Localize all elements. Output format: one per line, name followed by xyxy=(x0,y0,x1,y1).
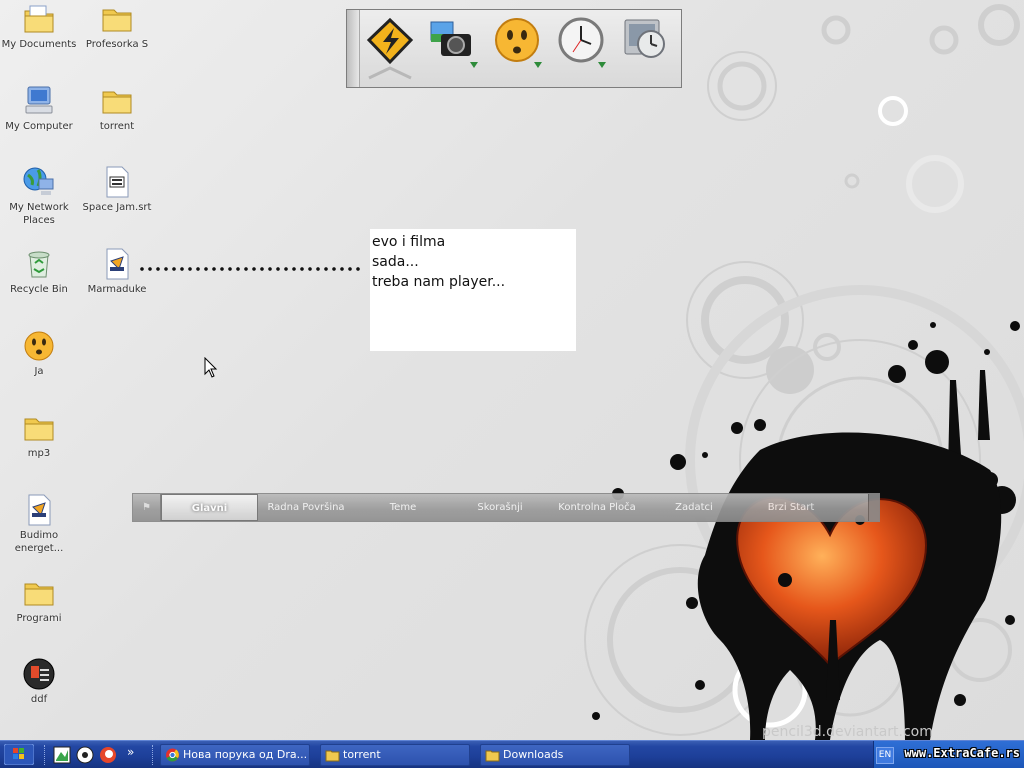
folder-icon xyxy=(102,9,132,32)
note-line: treba nam player... xyxy=(372,274,506,290)
tab-bar-end-button[interactable] xyxy=(868,494,879,521)
camera-icon xyxy=(430,21,478,68)
mouse-cursor-icon xyxy=(204,357,218,378)
winamp-icon xyxy=(366,17,414,80)
desktop-icon-programi[interactable]: Programi xyxy=(0,576,78,625)
tab-glavni[interactable]: Glavni xyxy=(161,494,258,521)
start-button[interactable] xyxy=(4,744,34,765)
desktop-icon-marmaduke[interactable]: Marmaduke xyxy=(78,247,156,296)
desktop-icon-label: Marmaduke xyxy=(87,284,147,295)
my-documents-icon xyxy=(24,5,54,33)
soccer-ball-icon[interactable] xyxy=(76,746,94,764)
tab-kontrolna-ploca[interactable]: Kontrolna Ploča xyxy=(549,494,645,521)
desktop-icon-ddf[interactable]: ddf xyxy=(0,657,78,706)
tab-teme[interactable]: Teme xyxy=(355,494,451,521)
desktop-icon-ja[interactable]: Ja xyxy=(0,329,78,378)
media-file-icon xyxy=(106,248,129,280)
desktop-icon-label: mp3 xyxy=(27,448,51,459)
desktop-icon-torrent[interactable]: torrent xyxy=(78,84,156,133)
taskbar-button-downloads[interactable]: Downloads xyxy=(480,744,630,766)
desktop-icon-label: My Documents xyxy=(1,39,77,50)
task-label: Нова порука од Dra... xyxy=(183,748,308,761)
desktop-icon-recycle-bin[interactable]: Recycle Bin xyxy=(0,247,78,296)
watermark: www.ExtraCafe.rs xyxy=(904,746,1020,760)
taskbar-button-chrome[interactable]: Нова порука од Dra... xyxy=(160,744,310,766)
tab-bar: ⚑ Glavni Radna Površina Teme Skorašnji K… xyxy=(132,493,880,522)
desktop-icon-space-jam-srt[interactable]: Space Jam.srt xyxy=(78,165,156,214)
tab-radna-povrsina[interactable]: Radna Površina xyxy=(258,494,354,521)
dotted-line xyxy=(138,267,362,271)
desktop-icon-my-network-places[interactable]: My Network Places xyxy=(0,165,78,227)
note-line: sada... xyxy=(372,254,419,270)
desktop-icon-mp3[interactable]: mp3 xyxy=(0,411,78,460)
folder-icon xyxy=(24,418,54,441)
dock xyxy=(346,9,682,88)
desktop-icon-label: Budimo energet... xyxy=(14,530,64,554)
desktop-icon-my-documents[interactable]: My Documents xyxy=(0,2,78,51)
tab-skorasnji[interactable]: Skorašnji xyxy=(452,494,548,521)
desktop-icon-label: torrent xyxy=(99,121,135,132)
quicklaunch-separator xyxy=(44,745,47,765)
dock-item-smiley[interactable] xyxy=(489,14,547,82)
monitor-clock-icon xyxy=(624,19,665,58)
media-file-icon xyxy=(28,494,51,526)
dock-item-winamp[interactable] xyxy=(361,14,419,82)
quicklaunch-overflow-button[interactable]: » xyxy=(127,745,134,759)
dock-item-camera[interactable] xyxy=(425,14,483,82)
network-places-icon xyxy=(23,167,54,195)
desktop-icon-label: My Computer xyxy=(5,121,73,132)
dock-item-clock[interactable] xyxy=(553,14,611,82)
desktop-icon-label: My Network Places xyxy=(9,202,69,226)
folder-icon xyxy=(102,91,132,114)
folder-icon xyxy=(24,583,54,606)
dock-grip[interactable] xyxy=(347,10,360,87)
quicklaunch-separator xyxy=(152,745,155,765)
desktop-icon-label: Ja xyxy=(34,366,44,377)
language-indicator[interactable]: EN xyxy=(876,747,894,764)
my-computer-icon xyxy=(25,86,53,114)
smiley-icon xyxy=(495,18,542,68)
clock-icon xyxy=(558,17,606,68)
smiley-icon xyxy=(24,331,54,361)
desktop: pencil3d.deviantart.com My Documents My … xyxy=(0,0,1024,768)
desktop-icon-my-computer[interactable]: My Computer xyxy=(0,84,78,133)
dock-item-monitor-clock[interactable] xyxy=(617,14,675,82)
flag-icon: ⚑ xyxy=(142,502,151,513)
svg-text:pencil3d.deviantart.com: pencil3d.deviantart.com xyxy=(762,724,933,740)
desktop-icon-budimo[interactable]: Budimo energet... xyxy=(0,493,78,555)
subtitle-file-icon xyxy=(106,166,129,198)
taskbar-button-torrent[interactable]: torrent xyxy=(320,744,470,766)
taskbar: » Нова порука од Dra... torrent Download… xyxy=(0,740,1024,768)
tab-brzi-start[interactable]: Brzi Start xyxy=(743,494,839,521)
task-label: Downloads xyxy=(503,748,564,761)
picasa-icon[interactable] xyxy=(53,746,71,764)
folder-icon xyxy=(485,750,500,762)
desktop-icon-profesorka[interactable]: Profesorka S xyxy=(78,2,156,51)
task-label: torrent xyxy=(343,748,381,761)
document-icon xyxy=(23,658,55,690)
desktop-icon-label: Profesorka S xyxy=(85,39,149,50)
tab-zadatci[interactable]: Zadatci xyxy=(646,494,742,521)
desktop-icon-label: Programi xyxy=(16,613,62,624)
tab-bar-menu-button[interactable]: ⚑ xyxy=(133,494,161,521)
desktop-icon-label: Space Jam.srt xyxy=(82,202,152,213)
desktop-icon-label: ddf xyxy=(30,694,48,705)
chrome-icon xyxy=(166,748,179,762)
recycle-bin-icon xyxy=(28,251,50,278)
note-line: evo i filma xyxy=(372,234,446,250)
desktop-icon-label: Recycle Bin xyxy=(10,284,68,295)
folder-icon xyxy=(325,750,340,762)
sticky-note[interactable]: evo i filma sada... treba nam player... xyxy=(370,229,576,351)
firefox-icon[interactable] xyxy=(99,746,117,764)
